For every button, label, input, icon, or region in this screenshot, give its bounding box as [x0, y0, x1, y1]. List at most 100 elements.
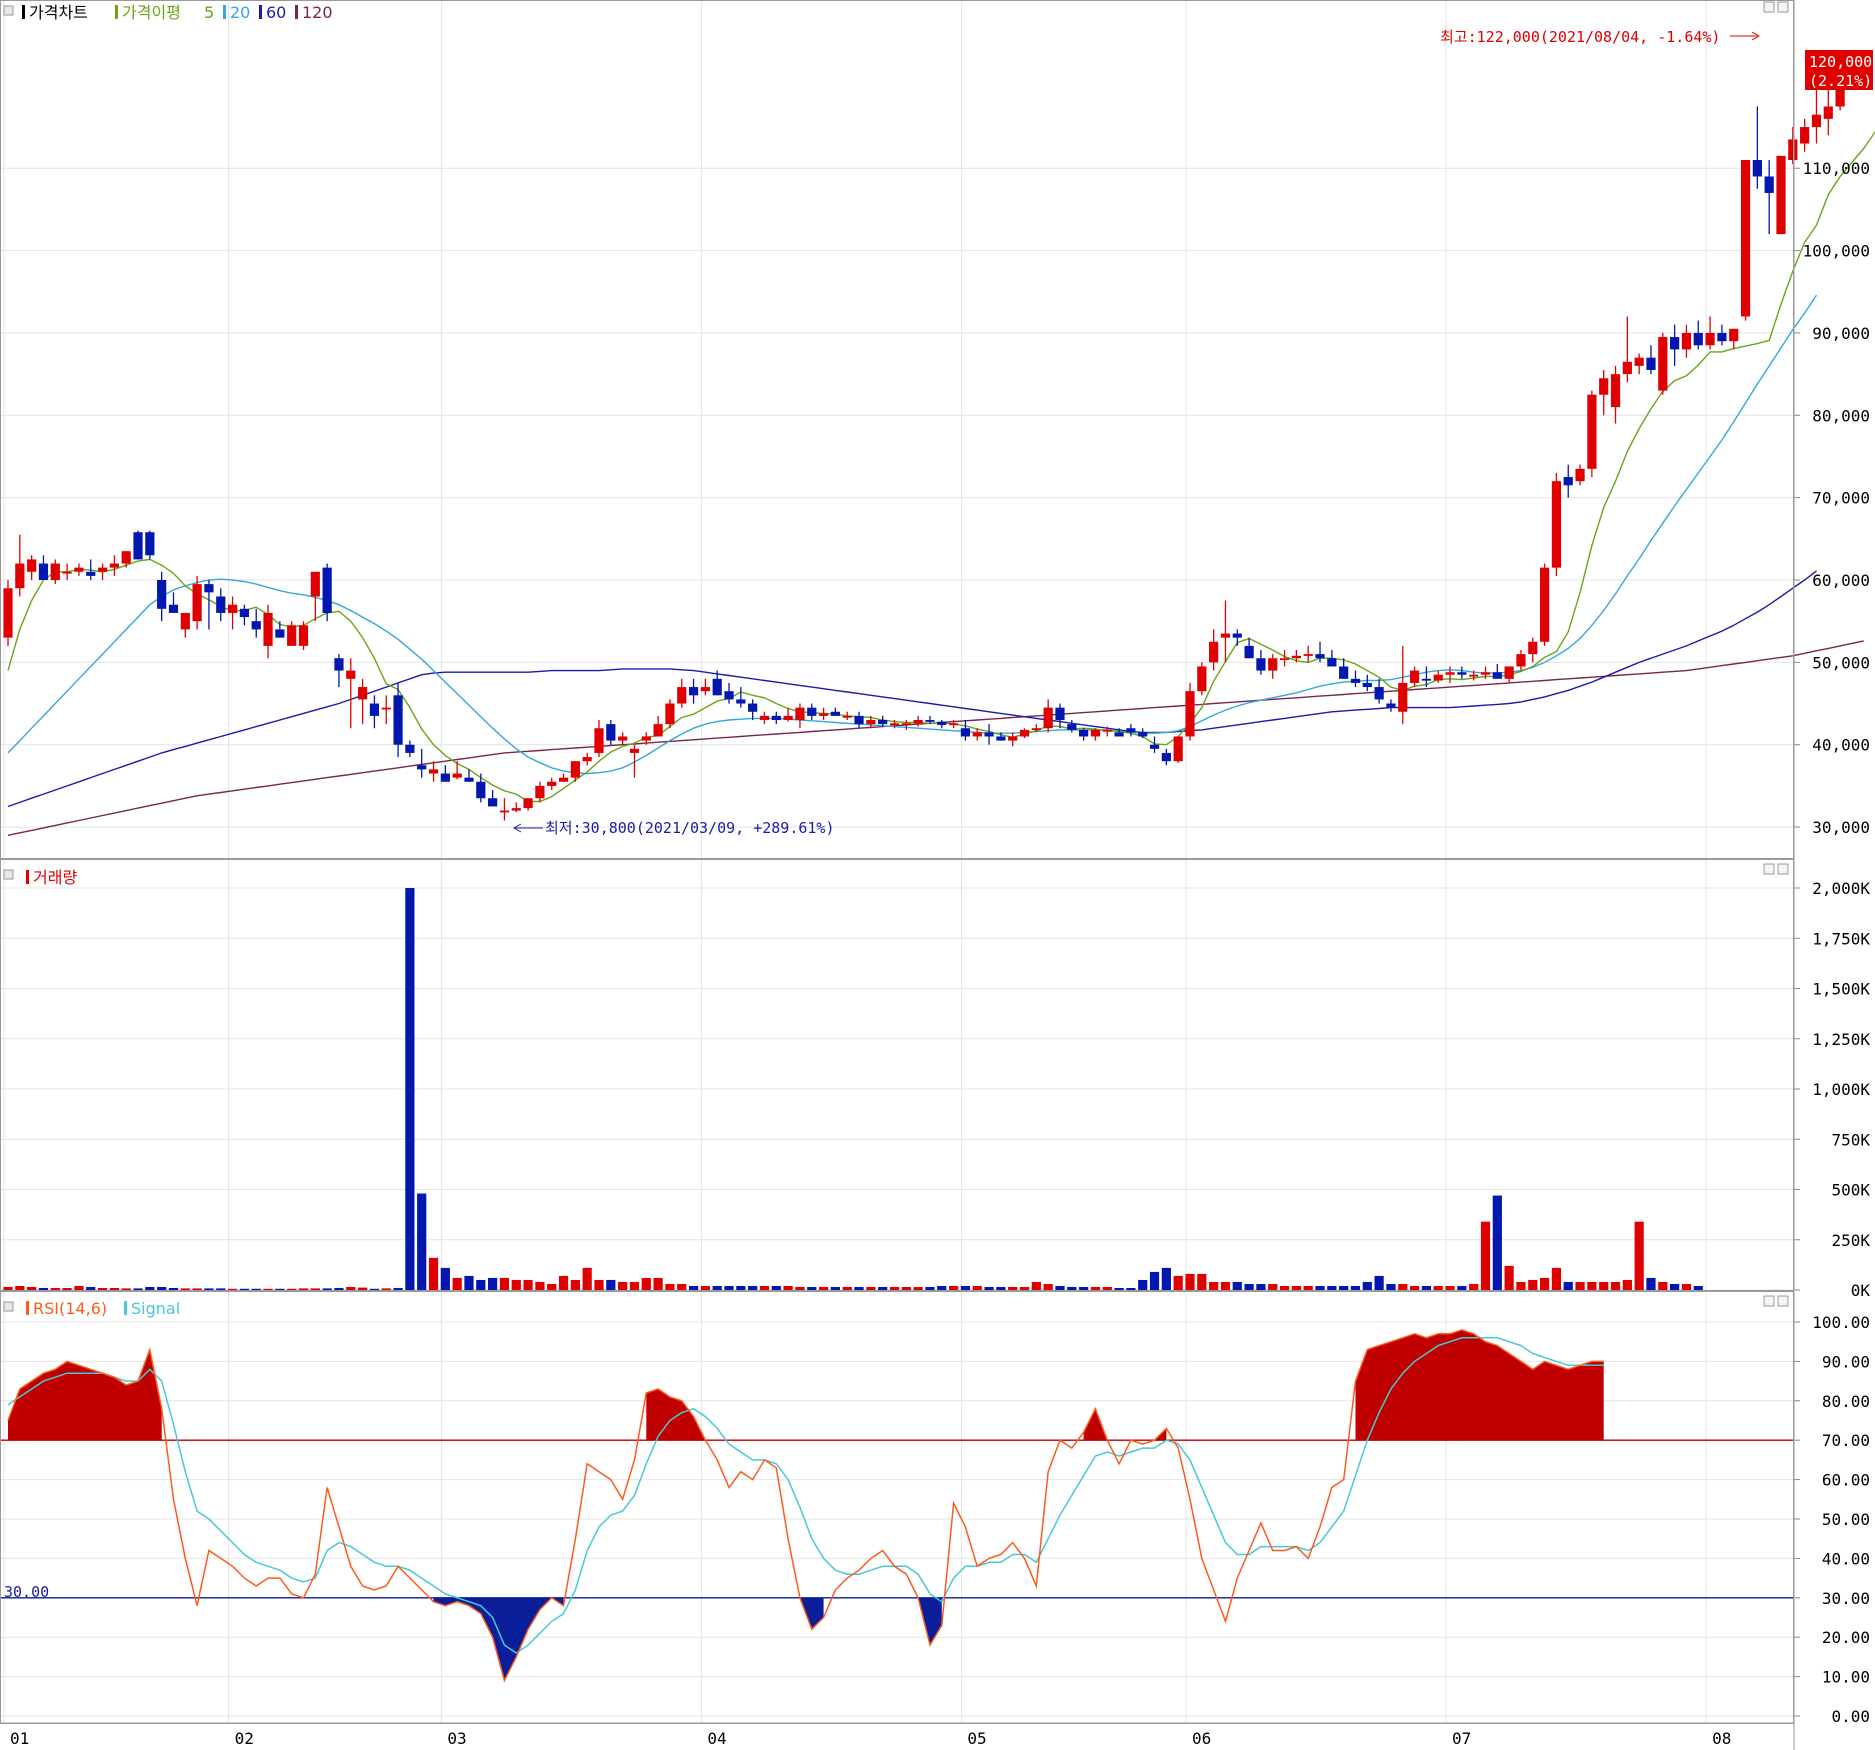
volume-bar: [180, 1288, 190, 1290]
volume-bar: [452, 1277, 462, 1290]
volume-bar: [1622, 1279, 1632, 1290]
legend-volume-title: 거래량: [33, 868, 77, 887]
rsi-oversold-area: [433, 1597, 564, 1681]
legend-swatch-signal: [124, 1301, 127, 1315]
volume-bar: [1055, 1285, 1065, 1290]
legend-signal-title: Signal: [131, 1299, 180, 1318]
price-tick-label: 90,000: [1812, 324, 1870, 343]
candle-body: [275, 629, 285, 638]
panel-menu-icon[interactable]: [3, 869, 14, 880]
panel-menu-icon[interactable]: [3, 1301, 14, 1312]
candle-body: [27, 559, 37, 572]
candle-body: [1658, 337, 1668, 391]
candle-body: [74, 567, 84, 572]
legend-swatch-ma60: [259, 5, 262, 19]
volume-bar: [1646, 1277, 1656, 1290]
rsi-tick-label: 10.00: [1822, 1668, 1870, 1687]
low-annotation: 최저:30,800(2021/03/09, +289.61%): [545, 819, 835, 837]
volume-tick-label: 1,750K: [1812, 929, 1870, 948]
volume-bar: [878, 1286, 888, 1290]
candle-body: [1315, 654, 1325, 659]
candle-body: [582, 757, 592, 762]
candle-body: [1008, 736, 1018, 741]
rsi-tick-label: 0.00: [1831, 1707, 1870, 1726]
rsi-tick-label: 50.00: [1822, 1510, 1870, 1529]
minimize-icon[interactable]: [1763, 1295, 1775, 1307]
candle-body: [629, 748, 640, 753]
candle-body: [1067, 724, 1077, 730]
candle-body: [1138, 732, 1148, 737]
volume-bar: [1008, 1286, 1018, 1290]
x-tick-label: 04: [707, 1729, 726, 1748]
candle-body: [949, 723, 959, 726]
volume-bar: [842, 1286, 852, 1290]
candle-body: [913, 720, 923, 724]
volume-bar: [629, 1281, 640, 1290]
volume-bar: [488, 1277, 498, 1290]
volume-bar: [1090, 1286, 1101, 1290]
volume-bar: [771, 1285, 781, 1290]
volume-bar: [547, 1283, 557, 1290]
volume-bar: [1492, 1195, 1502, 1290]
candle-body: [50, 563, 60, 580]
candle-body: [1197, 666, 1207, 692]
close-icon[interactable]: [1777, 1295, 1789, 1307]
x-tick-label: 03: [447, 1729, 466, 1748]
candle-body: [346, 670, 356, 679]
candle-body: [1670, 337, 1680, 350]
volume-tick-label: 1,250K: [1812, 1030, 1870, 1049]
volume-bar: [1563, 1281, 1573, 1290]
chart-canvas[interactable]: 01 02 03 04 05 06 07 08 110,000 100,000 90,000 80,0…: [0, 0, 1875, 1750]
close-icon[interactable]: [1777, 863, 1789, 875]
minimize-icon[interactable]: [1763, 1, 1775, 13]
price-tick-label: 30,000: [1812, 818, 1870, 837]
volume-tick-label: 250K: [1831, 1231, 1870, 1250]
volume-tick-label: 500K: [1831, 1181, 1870, 1200]
candle-body: [1279, 658, 1290, 661]
candle-body: [452, 773, 462, 778]
candle-body: [1398, 682, 1408, 712]
rsi-tick-label: 90.00: [1822, 1352, 1870, 1371]
volume-bar: [1102, 1286, 1112, 1290]
candle-body: [1268, 658, 1278, 671]
volume-bar: [1350, 1285, 1361, 1290]
volume-bar: [641, 1277, 651, 1290]
volume-bar: [15, 1285, 25, 1290]
candle-body: [1740, 160, 1751, 317]
candle-body: [712, 678, 722, 696]
candle-body: [464, 777, 474, 782]
volume-bar: [86, 1286, 96, 1290]
rsi-oversold-area: [918, 1597, 942, 1646]
volume-bar: [1114, 1287, 1124, 1290]
volume-bar: [74, 1285, 84, 1290]
volume-bar: [204, 1288, 214, 1290]
rsi-overbought-area: [8, 1349, 162, 1441]
volume-bar: [748, 1285, 758, 1290]
volume-bar: [346, 1286, 356, 1290]
candle-body: [523, 798, 533, 809]
panel-menu-icon[interactable]: [3, 5, 14, 16]
candle-body: [38, 563, 49, 580]
volume-bar: [334, 1287, 344, 1290]
candle-body: [381, 707, 391, 710]
volume-bar: [937, 1285, 947, 1290]
volume-bar: [1019, 1286, 1030, 1290]
candle-body: [1811, 114, 1822, 128]
candle-body: [180, 612, 190, 630]
candle-body: [1729, 328, 1739, 342]
close-icon[interactable]: [1777, 1, 1789, 13]
candle-body: [1362, 682, 1372, 688]
legend-rsi-title: RSI(14,6): [33, 1299, 107, 1318]
volume-bar: [1209, 1281, 1219, 1290]
candle-body: [866, 720, 876, 725]
legend-ma-20: 20: [230, 3, 250, 22]
candle-body: [1173, 736, 1183, 762]
candle-body: [86, 571, 96, 576]
volume-bar: [499, 1277, 510, 1290]
candle-body: [570, 761, 580, 778]
candle-body: [1800, 127, 1810, 144]
volume-bar: [665, 1283, 675, 1290]
volume-bar: [511, 1279, 521, 1290]
minimize-icon[interactable]: [1763, 863, 1775, 875]
volume-bar: [1149, 1271, 1160, 1290]
